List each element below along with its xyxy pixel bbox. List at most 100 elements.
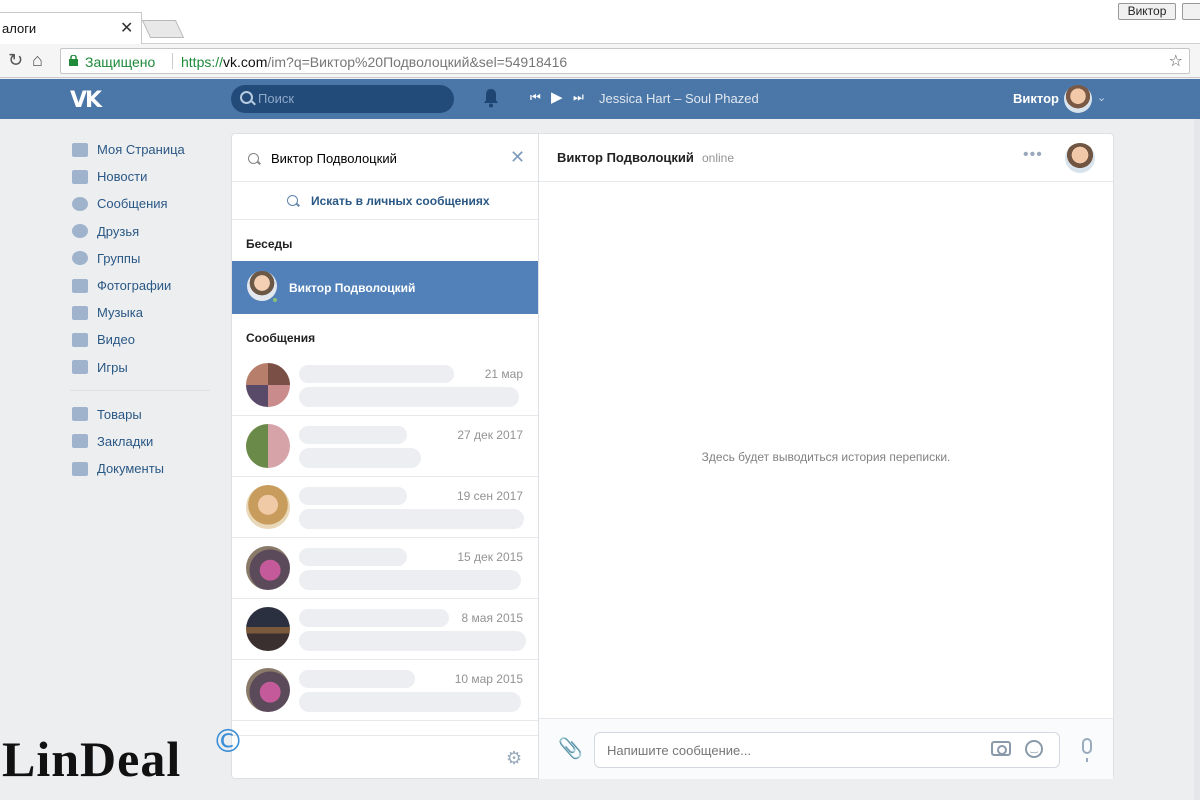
search-in-messages-label: Искать в личных сообщениях	[311, 194, 490, 208]
sidebar-item-label: Друзья	[97, 223, 140, 239]
chat-panel: Виктор Подволоцкий online ••• Здесь буде…	[538, 133, 1114, 779]
url-scheme: https://	[181, 54, 224, 70]
emoji-icon[interactable]: ‿	[1025, 740, 1043, 758]
messages-icon	[72, 196, 88, 211]
sidebar-item-market[interactable]: Товары	[70, 401, 210, 428]
header-avatar[interactable]	[1064, 85, 1092, 113]
conversation-search-input[interactable]: Виктор Подволоцкий ✕	[232, 134, 538, 182]
message-date: 27 дек 2017	[457, 428, 523, 442]
reload-icon[interactable]: ↻	[8, 50, 23, 71]
sidebar-item-music[interactable]: Музыка	[70, 299, 210, 326]
conversation-name: Виктор Подволоцкий	[289, 281, 416, 295]
sidebar-item-groups[interactable]: Группы	[70, 245, 210, 272]
page-scrollbar[interactable]	[1194, 119, 1200, 800]
chevron-down-icon[interactable]: ⌄	[1097, 91, 1106, 104]
blurred-sender	[299, 609, 449, 627]
active-conversation[interactable]: Виктор Подволоцкий	[232, 261, 538, 314]
message-date: 10 мар 2015	[454, 672, 523, 686]
camera-icon[interactable]	[991, 741, 1011, 756]
sidebar-item-news[interactable]: Новости	[70, 163, 210, 190]
minimize-button[interactable]	[1182, 3, 1200, 20]
sidebar-item-label: Видео	[97, 332, 135, 348]
sidebar-item-label: Музыка	[97, 305, 143, 321]
address-bar: ↻ ⌂ Защищено https://vk.com/im?q=Виктор%…	[0, 44, 1200, 78]
chat-avatar[interactable]	[1065, 143, 1095, 173]
message-row[interactable]: 27 дек 2017	[232, 416, 538, 477]
now-playing-track[interactable]: Jessica Hart – Soul Phazed	[599, 91, 759, 106]
message-composer: 📎 ‿	[539, 718, 1113, 779]
blurred-preview	[299, 692, 521, 712]
url-input[interactable]: Защищено https://vk.com/im?q=Виктор%20По…	[60, 48, 1190, 74]
blurred-preview	[299, 509, 524, 529]
notifications-bell-icon[interactable]	[482, 88, 500, 108]
tab-close-icon[interactable]: ✕	[120, 18, 133, 38]
empty-history-text: Здесь будет выводиться история переписки…	[701, 450, 951, 464]
clear-search-icon[interactable]: ✕	[510, 147, 525, 168]
chat-header: Виктор Подволоцкий online •••	[539, 134, 1113, 182]
message-date: 21 мар	[484, 367, 523, 381]
conversations-footer: ⚙	[232, 735, 538, 778]
message-row[interactable]: 15 дек 2015	[232, 538, 538, 599]
avatar	[246, 668, 290, 712]
blurred-sender	[299, 548, 407, 566]
music-icon	[72, 305, 88, 320]
header-user-name[interactable]: Виктор	[1013, 91, 1059, 106]
message-date: 15 дек 2015	[457, 550, 523, 564]
sidebar-item-label: Игры	[97, 359, 128, 375]
lock-icon	[69, 55, 78, 66]
header-search-placeholder: Поиск	[258, 91, 295, 106]
bookmark-star-icon[interactable]: ☆	[1169, 51, 1183, 71]
message-row[interactable]: 19 сен 2017	[232, 477, 538, 538]
avatar	[246, 546, 290, 590]
chat-status: online	[702, 151, 735, 165]
search-in-messages-button[interactable]: Искать в личных сообщениях	[232, 182, 538, 220]
message-row[interactable]: 10 мар 2015	[232, 660, 538, 721]
conversations-panel: Виктор Подволоцкий ✕ Искать в личных соо…	[231, 133, 538, 779]
sidebar-item-my-page[interactable]: Моя Страница	[70, 136, 210, 163]
gear-icon[interactable]: ⚙	[506, 748, 522, 769]
sidebar-item-games[interactable]: Игры	[70, 354, 210, 381]
sidebar-item-bookmarks[interactable]: Закладки	[70, 428, 210, 455]
sidebar-item-photos[interactable]: Фотографии	[70, 272, 210, 299]
market-icon	[72, 407, 88, 422]
url-separator	[172, 53, 173, 69]
microphone-icon[interactable]	[1082, 738, 1092, 762]
play-icon[interactable]: ▶	[551, 88, 563, 106]
url-domain: vk.com	[223, 54, 268, 70]
avatar	[246, 485, 290, 529]
avatar	[246, 607, 290, 651]
photos-icon	[72, 278, 88, 293]
friends-icon	[72, 224, 88, 239]
sidebar-item-messages[interactable]: Сообщения	[70, 190, 210, 217]
home-icon[interactable]: ⌂	[32, 50, 43, 71]
vk-logo[interactable]: VK	[70, 88, 104, 113]
blurred-preview	[299, 387, 519, 407]
more-actions-icon[interactable]: •••	[1023, 146, 1043, 164]
next-track-icon[interactable]: ⏭	[573, 90, 584, 105]
chat-name[interactable]: Виктор Подволоцкий	[557, 150, 694, 165]
profile-button[interactable]: Виктор	[1118, 3, 1176, 20]
sidebar-divider	[70, 389, 210, 391]
sidebar-item-label: Моя Страница	[97, 142, 185, 158]
blurred-sender	[299, 670, 415, 688]
new-tab-button[interactable]	[141, 20, 185, 38]
sidebar-item-video[interactable]: Видео	[70, 326, 210, 353]
message-row[interactable]: 8 мая 2015	[232, 599, 538, 660]
attach-icon[interactable]: 📎	[558, 736, 583, 761]
browser-tab[interactable]: алоги ✕	[0, 12, 142, 44]
video-icon	[72, 332, 88, 347]
browser-tabbar: алоги ✕ Виктор	[0, 0, 1200, 44]
blurred-preview	[299, 448, 421, 468]
sidebar-item-label: Закладки	[97, 433, 154, 449]
header-search-input[interactable]: Поиск	[231, 85, 454, 113]
previous-track-icon[interactable]: ⏮	[530, 90, 541, 105]
copyright-symbol: ©	[212, 722, 244, 760]
sidebar-item-documents[interactable]: Документы	[70, 455, 210, 482]
sidebar-item-label: Группы	[97, 250, 141, 266]
sidebar-item-label: Сообщения	[97, 196, 168, 212]
message-row[interactable]: 21 мар	[232, 355, 538, 416]
blurred-preview	[299, 631, 526, 651]
sidebar-item-friends[interactable]: Друзья	[70, 218, 210, 245]
sidebar-item-label: Товары	[97, 406, 142, 422]
sidebar-item-label: Документы	[97, 461, 165, 477]
